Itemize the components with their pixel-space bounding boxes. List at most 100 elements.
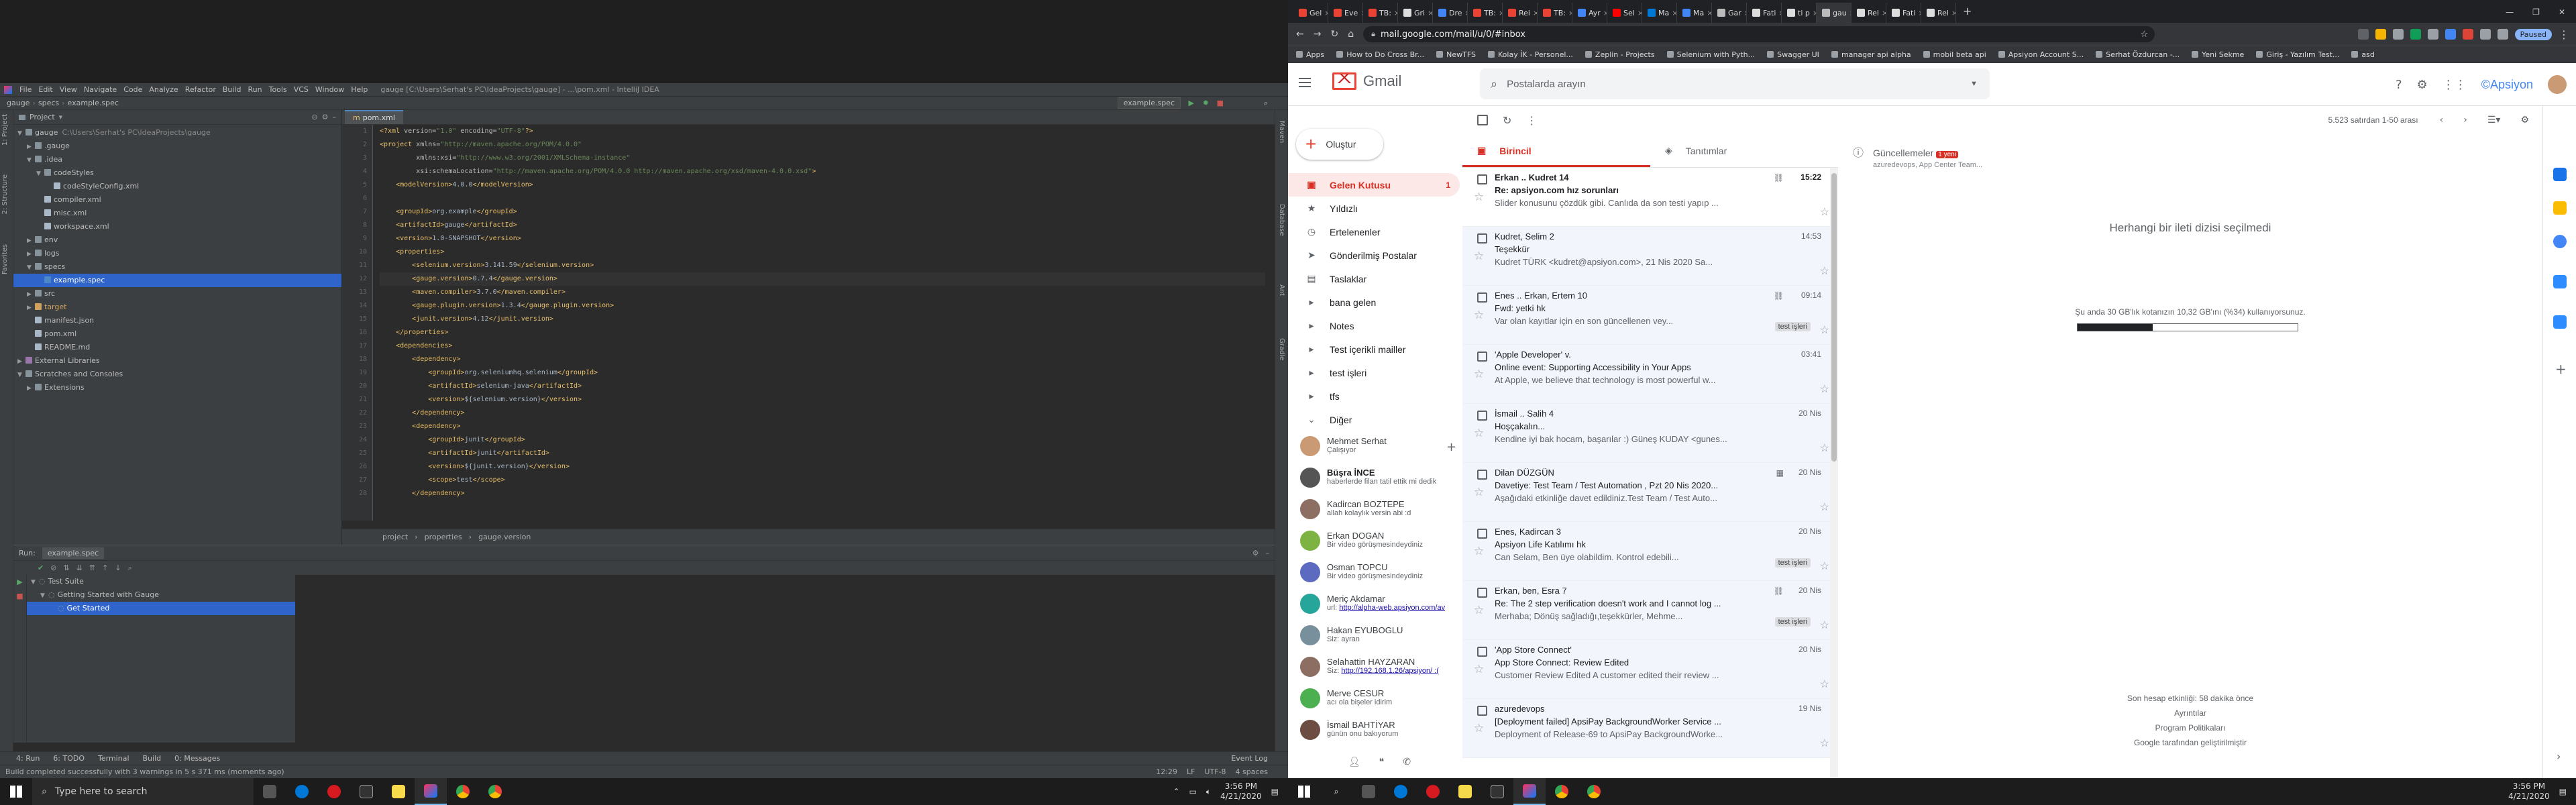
star-icon[interactable]: ☆ (1820, 323, 1829, 337)
opera-icon[interactable] (318, 778, 350, 805)
row-checkbox[interactable] (1477, 588, 1487, 598)
email-label[interactable]: test işleri (1774, 617, 1811, 627)
expand-arrow-icon[interactable]: ▶ (17, 355, 25, 368)
browser-tab[interactable]: Fati× (1747, 3, 1782, 23)
menu-vcs[interactable]: VCS (290, 85, 312, 94)
collapse-all-icon[interactable]: ⊖ (311, 113, 317, 121)
browser-tab[interactable]: TB:× (1468, 3, 1503, 23)
bookmark-item[interactable]: Swagger UI (1767, 50, 1819, 59)
browser-tab[interactable]: Ma× (1642, 3, 1677, 23)
bookmark-item[interactable]: Serhat Özdurcan -... (2096, 50, 2180, 59)
reload-icon[interactable]: ↻ (1330, 29, 1338, 40)
star-icon[interactable]: ☆ (1820, 678, 1829, 691)
tool-tab-maven[interactable]: Maven (1278, 121, 1285, 143)
test-node[interactable]: ▼ ◌ Getting Started with Gauge (27, 588, 295, 602)
extension-icon[interactable] (2479, 29, 2491, 40)
search-everywhere-icon[interactable]: ⌕ (1264, 99, 1268, 108)
tree-item[interactable]: ▶ External Libraries (13, 354, 341, 368)
settings-icon[interactable]: ⚙ (2520, 115, 2529, 125)
test-node[interactable]: ▼ ◌ Test Suite (27, 575, 295, 588)
breadcrumb-item[interactable]: gauge (4, 99, 32, 107)
stop-icon[interactable]: ⊘ (50, 564, 56, 572)
taskbar-search[interactable]: ⌕ Type here to search (32, 778, 254, 805)
file-encoding[interactable]: UTF-8 (1204, 767, 1226, 776)
calendar-icon[interactable] (2553, 168, 2567, 181)
code-text[interactable]: <?xml version="1.0" encoding="UTF-8"?> <p… (380, 125, 1265, 521)
status-message[interactable]: Build completed successfully with 3 warn… (5, 767, 284, 776)
hangout-contact[interactable]: Hakan EYUBOGLU Siz: ayran (1288, 623, 1462, 654)
star-icon[interactable]: ☆ (1820, 264, 1829, 278)
stop-icon[interactable]: ■ (13, 592, 26, 600)
hangout-contact[interactable]: Merve CESUR acı ola bişeler idirim (1288, 686, 1462, 717)
browser-tab[interactable]: Fati× (1886, 3, 1921, 23)
zoom-addon-icon[interactable] (2553, 275, 2567, 288)
email-row[interactable]: ☆ Dilan DÜZGÜN 20 Nis ▦ Davetiye: Test Team … (1462, 463, 1837, 522)
indent-setting[interactable]: 4 spaces (1236, 767, 1269, 776)
editor-breadcrumb-item[interactable]: properties (425, 533, 462, 541)
expand-arrow-icon[interactable]: ▶ (27, 248, 35, 261)
expand-arrow-open-icon[interactable]: ▼ (17, 127, 25, 140)
tree-item[interactable]: ▼ Scratches and Consoles (13, 368, 341, 381)
star-icon[interactable]: ☆ (1820, 619, 1829, 632)
tab-tanıtımlar[interactable]: ◈ Tanıtımlar (1650, 134, 1838, 167)
tree-item[interactable]: misc.xml (13, 207, 341, 220)
minimize-icon[interactable]: — (2506, 7, 2514, 17)
star-icon[interactable]: ☆ (2140, 30, 2148, 40)
browser-tab[interactable]: Ma× (1677, 3, 1712, 23)
tree-item[interactable]: ▶ env (13, 233, 341, 247)
extension-icon[interactable] (2392, 29, 2404, 40)
email-row[interactable]: ☆ 'App Store Connect' 20 Nis App Store Conn… (1462, 640, 1837, 699)
bookmark-item[interactable]: How to Do Cross Br... (1336, 50, 1424, 59)
rerun-icon[interactable]: ▶ (13, 578, 26, 586)
row-checkbox[interactable] (1477, 352, 1487, 362)
notification-icon[interactable]: ▤ (2559, 787, 2567, 796)
task-view-icon[interactable] (254, 778, 286, 805)
star-icon[interactable]: ☆ (1820, 382, 1829, 396)
star-icon[interactable]: ☆ (1820, 500, 1829, 514)
intellij-taskbar-icon[interactable] (1513, 778, 1546, 805)
chevron-right-icon[interactable]: › (2463, 115, 2467, 125)
hangouts-icon[interactable]: ❝ (1379, 757, 1385, 767)
extension-icon[interactable] (2462, 29, 2473, 40)
email-row[interactable]: ☆ 'Apple Developer' v. 03:41 Online event: … (1462, 345, 1837, 404)
phone-icon[interactable]: ✆ (1403, 757, 1411, 767)
profile-paused-button[interactable]: Paused (2514, 28, 2552, 40)
menu-navigate[interactable]: Navigate (80, 85, 120, 94)
back-icon[interactable]: ← (1296, 29, 1304, 40)
extension-icon[interactable] (2375, 29, 2386, 40)
taskbar-clock[interactable]: 3:56 PM 4/21/2020 (1220, 782, 1262, 802)
folder-gönderilmiş-postalar[interactable]: ➤ Gönderilmiş Postalar (1288, 244, 1460, 267)
folder-ertelenenler[interactable]: ◷ Ertelenenler (1288, 220, 1460, 244)
menu-file[interactable]: File (16, 85, 35, 94)
hangout-contact[interactable]: Selahattin HAYZARAN Siz: http://192.168.1… (1288, 654, 1462, 686)
home-icon[interactable]: ⌂ (1348, 29, 1354, 40)
browser-tab[interactable]: Rei× (1503, 3, 1538, 23)
debug-icon[interactable]: ✹ (1203, 99, 1209, 107)
tree-item[interactable]: pom.xml (13, 327, 341, 341)
editor-breadcrumb-item[interactable]: project (382, 533, 408, 541)
expand-arrow-icon[interactable]: ▶ (27, 234, 35, 248)
message-link[interactable]: http://192.168.1.26/apsiyon/ :( (1341, 667, 1439, 675)
bottom-tool-tab[interactable]: Terminal (98, 754, 129, 763)
terminal-icon[interactable] (350, 778, 382, 805)
menu-help[interactable]: Help (347, 85, 371, 94)
star-icon[interactable]: ☆ (1474, 663, 1484, 676)
star-icon[interactable]: ☆ (1474, 191, 1484, 204)
tab-close-icon[interactable]: × (1533, 9, 1537, 17)
tab-updates[interactable]: ⓘ Güncellemeler 1 yeni azuredevops, App Ce… (1838, 134, 2026, 169)
chevron-down-icon[interactable]: ▾ (59, 113, 63, 121)
email-row[interactable]: ☆ Erkan .. Kudret 14 15:22 ⛓ Re: apsiyon.com… (1462, 168, 1837, 227)
stop-icon[interactable]: ■ (1217, 99, 1224, 107)
row-checkbox[interactable] (1477, 292, 1487, 303)
folder-taslaklar[interactable]: ▤ Taslaklar (1288, 267, 1460, 290)
expand-arrow-icon[interactable]: ▶ (27, 382, 35, 395)
folder-bana-gelen[interactable]: ▸ bana gelen (1288, 290, 1460, 314)
folder-diğer[interactable]: ⌄ Diğer (1288, 408, 1460, 431)
menu-view[interactable]: View (56, 85, 80, 94)
row-checkbox[interactable] (1477, 529, 1487, 539)
menu-analyze[interactable]: Analyze (146, 85, 181, 94)
tree-item[interactable]: example.spec (13, 274, 341, 287)
tree-item[interactable]: codeStyleConfig.xml (13, 180, 341, 193)
email-row[interactable]: ☆ Enes .. Erkan, Ertem 10 09:14 ⛓ Fwd: yetki… (1462, 286, 1837, 345)
close-icon[interactable]: ✕ (2559, 7, 2565, 17)
